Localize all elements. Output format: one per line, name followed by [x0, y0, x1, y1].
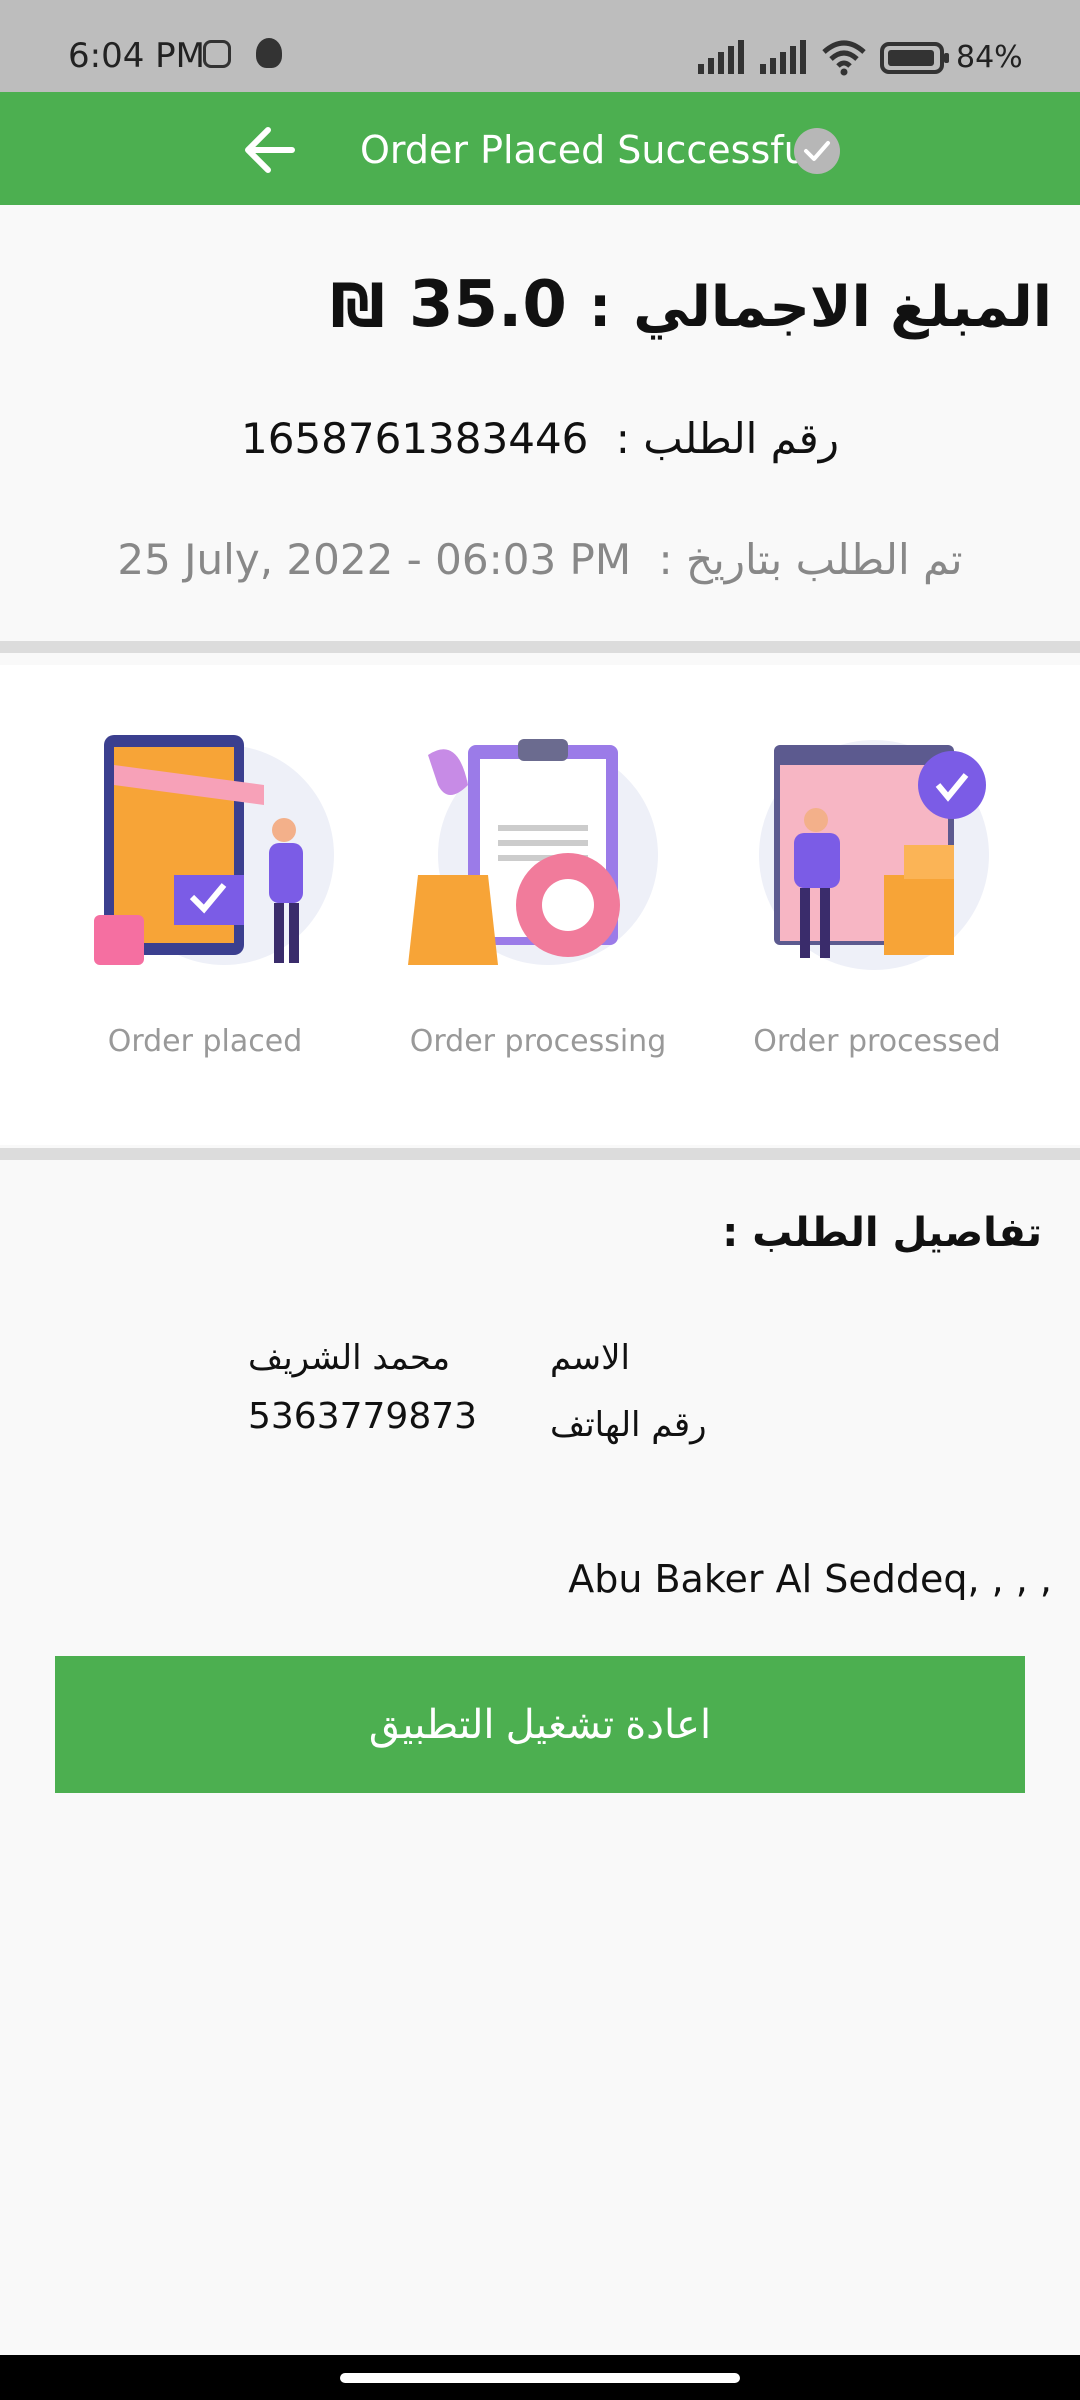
instagram-icon [203, 40, 231, 68]
order-placed-illustration [94, 735, 334, 965]
status-time: 6:04 PM [68, 36, 205, 76]
wifi-icon [822, 40, 866, 76]
home-indicator[interactable] [340, 2373, 740, 2383]
divider [0, 1148, 1080, 1160]
step-label-order-placed: Order placed [107, 1024, 303, 1059]
signal-icon [698, 40, 744, 74]
total-separator: : [588, 275, 612, 340]
step-label-order-processing: Order processing [409, 1024, 667, 1059]
order-number-label: رقم الطلب : [615, 414, 839, 463]
order-number-value: 1658761383446 [241, 414, 589, 463]
order-processing-illustration [408, 739, 658, 965]
name-label: الاسم [550, 1338, 630, 1378]
restart-app-button[interactable]: اعادة تشغيل التطبيق [55, 1656, 1025, 1793]
total-amount-row: المبلغ الاجمالي:35.0 ₪ [331, 268, 1052, 342]
order-processed-illustration [759, 740, 989, 970]
order-details-title: تفاصيل الطلب : [722, 1210, 1042, 1256]
header-title: Order Placed Successful [360, 128, 819, 172]
order-date-label: تم الطلب بتاريخ : [658, 535, 963, 584]
phone-label: رقم الهاتف [550, 1405, 707, 1445]
back-arrow-icon[interactable] [240, 122, 300, 178]
app-notification-icon [256, 38, 282, 68]
check-circle-icon [794, 128, 840, 174]
currency-symbol: ₪ [330, 271, 385, 341]
battery-percentage: 84% [956, 40, 1023, 75]
order-date-value: 25 July, 2022 - 06:03 PM [117, 535, 632, 584]
order-date-row: 25 July, 2022 - 06:03 PM تم الطلب بتاريخ… [0, 535, 1080, 584]
divider [0, 641, 1080, 653]
phone-value: 5363779873 [248, 1396, 478, 1437]
address-text: Abu Baker Al Seddeq, , , , [568, 1557, 1052, 1601]
signal-icon-2 [760, 40, 806, 74]
name-value: محمد الشريف [248, 1338, 451, 1378]
total-label: المبلغ الاجمالي [633, 275, 1052, 340]
battery-icon [880, 42, 949, 74]
total-value: 35.0 [408, 268, 567, 342]
step-label-order-processed: Order processed [753, 1024, 1001, 1059]
order-number-row: 1658761383446 رقم الطلب : [0, 414, 1080, 463]
